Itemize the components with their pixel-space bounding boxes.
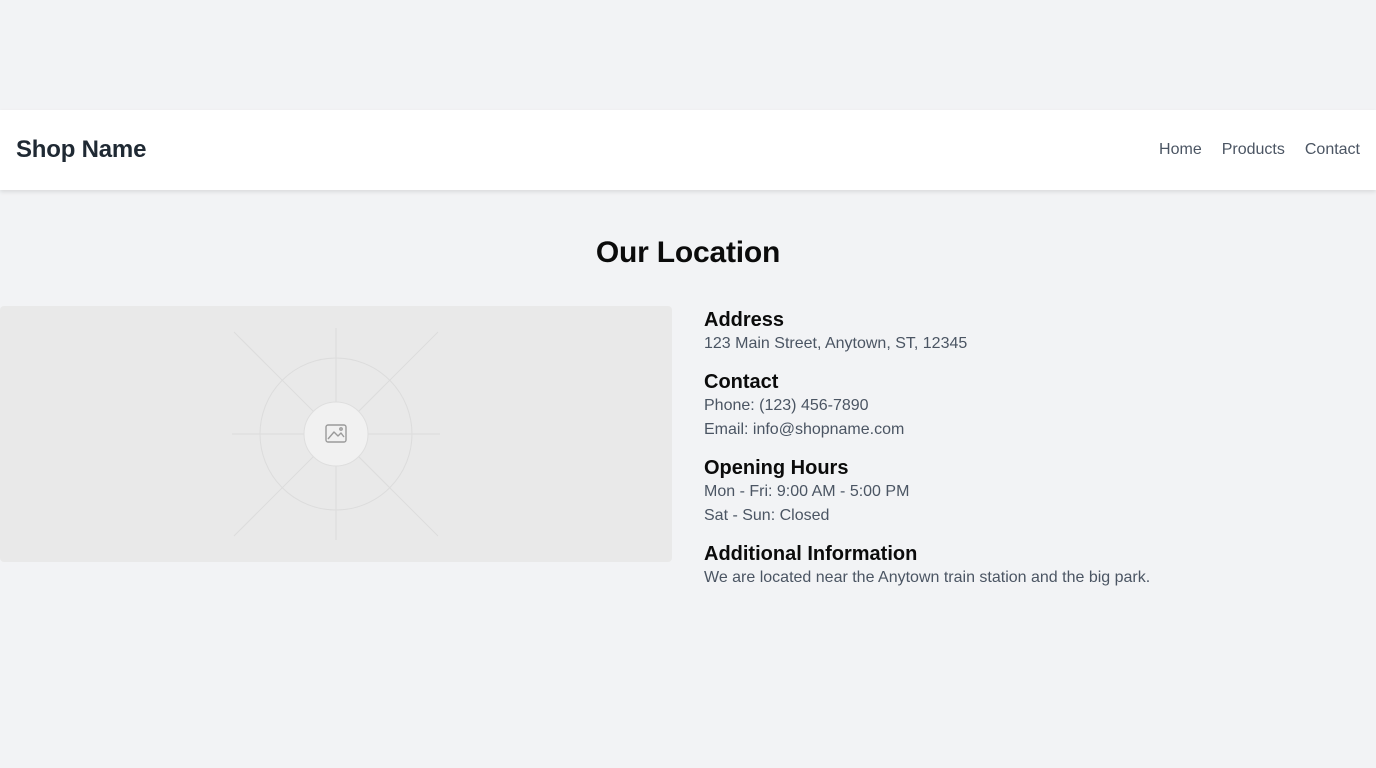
image-placeholder-icon (232, 328, 440, 540)
weekday-hours-line: Mon - Fri: 9:00 AM - 5:00 PM (704, 483, 910, 500)
nav-links: Home Products Contact (1159, 141, 1360, 159)
nav-link-products[interactable]: Products (1222, 141, 1285, 159)
address-line: 123 Main Street, Anytown, ST, 12345 (704, 335, 968, 352)
address-heading: Address (704, 309, 785, 331)
nav-link-home[interactable]: Home (1159, 141, 1202, 159)
nav-link-contact[interactable]: Contact (1305, 141, 1360, 159)
additional-info-heading: Additional Information (704, 543, 918, 565)
page-title: Our Location (595, 236, 781, 269)
address-section: Address 123 Main Street, Anytown, ST, 12… (704, 308, 1344, 356)
contact-section: Contact Phone: (123) 456-7890 Email: inf… (704, 370, 1344, 442)
additional-info-section: Additional Information We are located ne… (704, 542, 1344, 590)
opening-hours-section: Opening Hours Mon - Fri: 9:00 AM - 5:00 … (704, 456, 1344, 528)
navbar: Shop Name Home Products Contact (0, 110, 1376, 190)
weekend-hours-line: Sat - Sun: Closed (704, 507, 830, 524)
contact-heading: Contact (704, 371, 779, 393)
email-line: Email: info@shopname.com (704, 421, 905, 438)
phone-line: Phone: (123) 456-7890 (704, 397, 869, 414)
location-image-placeholder (0, 306, 672, 562)
opening-hours-heading: Opening Hours (704, 457, 849, 479)
additional-info-line: We are located near the Anytown train st… (704, 569, 1151, 586)
location-info: Address 123 Main Street, Anytown, ST, 12… (704, 308, 1344, 604)
brand-logo-text[interactable]: Shop Name (16, 136, 146, 164)
